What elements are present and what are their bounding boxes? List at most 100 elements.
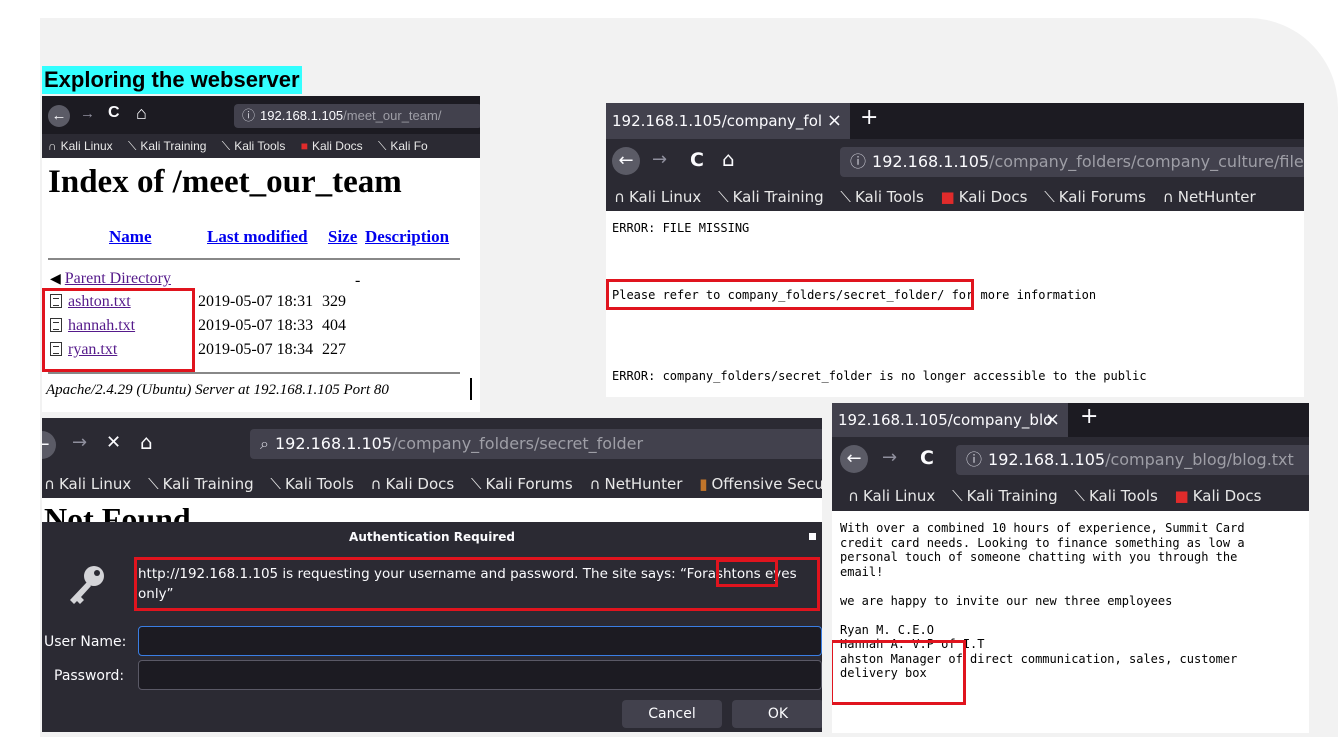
bookmark-nethunter[interactable]: ∩ NetHunter: [1163, 183, 1256, 211]
blog-line: ahston Manager of direct communication, …: [840, 651, 1238, 666]
kali-icon: ∩: [1162, 188, 1174, 206]
bookmark-label: Kali Training: [140, 139, 207, 153]
browser-tab[interactable]: 192.168.1.105/company_fol ×: [606, 103, 850, 139]
dialog-message-tail: eyes: [765, 566, 797, 582]
table-row[interactable]: ryan.txt: [50, 341, 117, 359]
dragon-icon: ⟍: [1074, 487, 1085, 505]
username-field[interactable]: [138, 626, 822, 656]
bookmark-kali-linux[interactable]: ∩ Kali Linux: [44, 470, 131, 498]
bookmark-kali-tools[interactable]: ⟍ Kali Tools: [1074, 481, 1157, 511]
bookmark-kali-training[interactable]: ⟍ Kali Training: [952, 481, 1058, 511]
refer-line-boxed: Please refer to company_folders/secret_f…: [612, 288, 945, 302]
address-bar[interactable]: ⓘ 192.168.1.105/company_folders/company_c…: [840, 147, 1304, 177]
home-icon[interactable]: ⌂: [140, 430, 153, 454]
bookmark-label: NetHunter: [1177, 188, 1256, 206]
back-icon[interactable]: ←: [840, 445, 868, 473]
bookmark-kali-tools[interactable]: ⟍ Kali Tools: [222, 134, 286, 158]
reload-icon[interactable]: C: [920, 447, 934, 469]
file-link[interactable]: ashton.txt: [68, 293, 131, 310]
bookmark-label: Kali Docs: [311, 139, 363, 153]
bookmark-nethunter[interactable]: ∩ NetHunter: [590, 470, 683, 498]
bookmark-kali-training[interactable]: ⟍ Kali Training: [148, 470, 254, 498]
index-browser-panel: ← → C ⌂ ⓘ 192.168.1.105/meet_our_team/ ∩ K…: [42, 96, 480, 412]
new-tab-icon[interactable]: +: [860, 105, 878, 130]
home-icon[interactable]: ⌂: [136, 103, 147, 124]
cancel-button[interactable]: Cancel: [622, 700, 722, 728]
parent-directory-row[interactable]: ◀ Parent Directory: [50, 270, 171, 288]
address-bar[interactable]: ⓘ 192.168.1.105/meet_our_team/: [234, 104, 480, 128]
new-tab-icon[interactable]: +: [1080, 404, 1098, 429]
home-icon[interactable]: ⌂: [722, 147, 735, 171]
info-icon[interactable]: ⓘ: [242, 108, 255, 123]
server-footer: Apache/2.4.29 (Ubuntu) Server at 192.168…: [46, 382, 389, 398]
bookmark-kali-forums[interactable]: ⟍ Kali Fo: [378, 134, 428, 158]
dialog-close-icon[interactable]: [809, 533, 816, 540]
table-row[interactable]: hannah.txt: [50, 317, 135, 335]
file-link[interactable]: hannah.txt: [68, 317, 135, 334]
back-icon[interactable]: ←: [612, 147, 640, 175]
docs-icon: ■: [300, 139, 308, 153]
info-icon[interactable]: ⓘ: [966, 450, 982, 469]
column-header-name[interactable]: Name: [109, 227, 151, 247]
bookmark-offensive-security[interactable]: ▮ Offensive Secur: [699, 470, 822, 498]
address-bar[interactable]: ⓘ 192.168.1.105/company_blog/blog.txt: [956, 445, 1309, 475]
bookmark-kali-forums[interactable]: ⟍ Kali Forums: [1044, 183, 1146, 211]
bookmark-kali-linux[interactable]: ∩ Kali Linux: [848, 481, 935, 511]
kali-icon: ∩: [614, 188, 625, 206]
dialog-title: Authentication Required: [349, 530, 515, 544]
password-field[interactable]: [138, 660, 822, 690]
bookmark-kali-tools[interactable]: ⟍ Kali Tools: [270, 470, 353, 498]
bookmark-kali-docs[interactable]: ■ Kali Docs: [1175, 481, 1262, 511]
reload-icon[interactable]: C: [108, 104, 120, 122]
file-size: 329: [322, 293, 346, 310]
blog-line: Hannah A. V.P of I.T: [840, 637, 985, 651]
page-content: ERROR: FILE MISSING Please refer to comp…: [606, 211, 1304, 397]
back-icon[interactable]: ←: [42, 431, 56, 459]
key-icon: [62, 560, 112, 610]
bookmark-kali-tools[interactable]: ⟍ Kali Tools: [840, 183, 923, 211]
dialog-message: http://192.168.1.105 is requesting your …: [138, 564, 818, 604]
reload-icon[interactable]: C: [690, 149, 704, 171]
close-tab-icon[interactable]: ×: [1045, 403, 1060, 437]
bookmark-kali-linux[interactable]: ∩ Kali Linux: [48, 134, 113, 158]
bookmark-kali-training[interactable]: ⟍ Kali Training: [718, 183, 824, 211]
column-header-size[interactable]: Size: [328, 227, 357, 247]
stop-icon[interactable]: ✕: [106, 432, 121, 453]
search-icon[interactable]: ⌕: [260, 434, 269, 453]
file-size: 227: [322, 341, 346, 358]
browser-toolbar: ← → C ⌂ ⓘ 192.168.1.105/meet_our_team/: [42, 96, 480, 134]
bookmark-label: Kali Linux: [60, 139, 113, 153]
bookmark-label: Kali Linux: [862, 487, 936, 505]
bookmark-kali-training[interactable]: ⟍ Kali Training: [128, 134, 206, 158]
bookmark-kali-linux[interactable]: ∩ Kali Linux: [614, 183, 701, 211]
forward-icon[interactable]: →: [882, 447, 897, 468]
forward-icon[interactable]: →: [652, 149, 667, 170]
forward-icon[interactable]: →: [72, 432, 87, 453]
bookmark-label: Kali Linux: [628, 188, 702, 206]
table-row[interactable]: ashton.txt: [50, 293, 131, 311]
tab-title: 192.168.1.105/company_fol: [612, 112, 823, 130]
close-tab-icon[interactable]: ×: [827, 103, 842, 139]
browser-toolbar: ← → C ⌂ ⓘ 192.168.1.105/company_folders/c…: [606, 139, 1304, 183]
column-header-description[interactable]: Description: [365, 227, 449, 247]
back-icon[interactable]: ←: [48, 105, 70, 127]
address-bar[interactable]: ⌕ 192.168.1.105/company_folders/secret_fo…: [250, 429, 822, 459]
page-heading-partial: Not Found: [44, 501, 191, 522]
info-icon[interactable]: ⓘ: [850, 152, 866, 171]
bookmark-label: Kali Training: [966, 487, 1058, 505]
bookmark-kali-docs[interactable]: ■ Kali Docs: [301, 134, 363, 158]
bookmark-kali-docs[interactable]: ■ Kali Docs: [941, 183, 1028, 211]
kali-icon: ∩: [589, 475, 601, 493]
back-arrow-icon: ◀: [50, 272, 61, 287]
ok-button[interactable]: OK: [732, 700, 822, 728]
bookmark-label: Kali Forums: [1058, 188, 1146, 206]
bookmark-label: Kali Forums: [485, 475, 573, 493]
column-header-last-modified[interactable]: Last modified: [207, 227, 308, 247]
file-link[interactable]: ryan.txt: [68, 341, 117, 358]
bookmark-kali-docs[interactable]: ∩ Kali Docs: [371, 470, 455, 498]
parent-directory-link[interactable]: Parent Directory: [65, 270, 171, 287]
bookmarks-toolbar: ∩ Kali Linux ⟍ Kali Training ⟍ Kali Tools ■…: [606, 183, 1304, 211]
browser-tab[interactable]: 192.168.1.105/company_blo ×: [832, 403, 1068, 437]
bookmark-kali-forums[interactable]: ⟍ Kali Forums: [471, 470, 573, 498]
forward-icon[interactable]: →: [80, 105, 95, 122]
